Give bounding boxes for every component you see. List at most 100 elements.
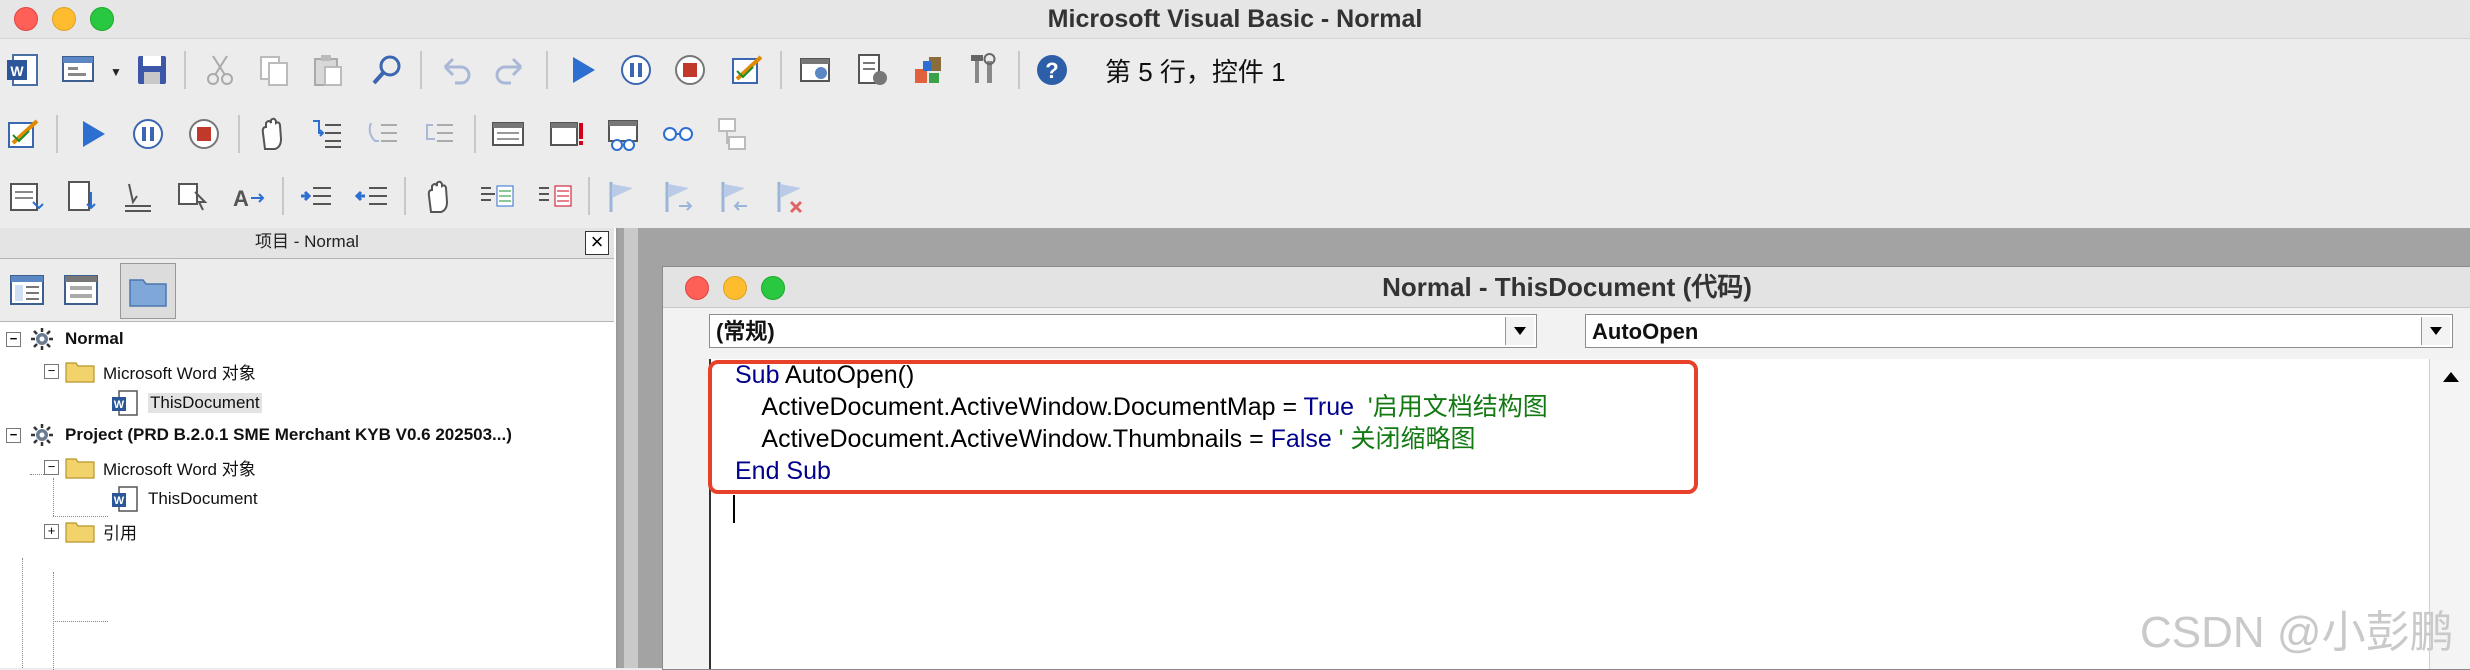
code-window-title-bar: Normal - ThisDocument (代码) — [663, 267, 2470, 308]
reset-icon[interactable] — [182, 112, 226, 156]
tree-item-word-objects[interactable]: − Microsoft Word 对象 — [44, 453, 256, 481]
edit-toolbar: A — [0, 167, 2470, 227]
outdent-icon[interactable] — [350, 175, 394, 219]
chevron-down-icon[interactable] — [1505, 317, 1534, 345]
step-over-icon[interactable] — [362, 112, 406, 156]
call-stack-icon[interactable] — [710, 112, 754, 156]
parameter-info-icon[interactable] — [172, 175, 216, 219]
dropdown-arrow-icon[interactable]: ▼ — [110, 65, 122, 79]
find-icon[interactable] — [366, 48, 410, 92]
toggle-breakpoint-icon[interactable] — [416, 175, 460, 219]
tree-item-thisdocument[interactable]: W ThisDocument — [110, 485, 258, 513]
svg-text:W: W — [114, 495, 125, 507]
save-icon[interactable] — [130, 48, 174, 92]
immediate-window-icon[interactable] — [544, 112, 588, 156]
standard-toolbar: W ▼ ? 第 5 行，控件 1 — [0, 39, 2470, 101]
break-icon[interactable] — [126, 112, 170, 156]
copy-icon[interactable] — [252, 48, 296, 92]
toggle-bookmark-icon[interactable] — [600, 175, 644, 219]
tree-item-normal-project[interactable]: − Normal — [6, 325, 124, 353]
object-browser-icon[interactable] — [906, 48, 950, 92]
scroll-up-icon[interactable] — [2442, 371, 2460, 383]
title-bar: Microsoft Visual Basic - Normal — [0, 0, 2470, 39]
quick-info-icon[interactable] — [116, 175, 160, 219]
collapse-icon[interactable]: − — [6, 427, 21, 443]
step-out-icon[interactable] — [418, 112, 462, 156]
uncomment-block-icon[interactable] — [532, 175, 576, 219]
tree-item-prd-project[interactable]: − Project (PRD B.2.0.1 SME Merchant KYB … — [6, 421, 512, 449]
toolbox-icon[interactable] — [962, 48, 1006, 92]
project-panel-toolbar — [0, 259, 614, 322]
reset-icon[interactable] — [668, 48, 712, 92]
properties-icon[interactable] — [850, 48, 894, 92]
svg-text:W: W — [10, 63, 24, 79]
run-icon[interactable] — [70, 112, 114, 156]
project-panel-header: 项目 - Normal × — [0, 228, 614, 259]
project-panel-title: 项目 - Normal — [255, 232, 359, 251]
procedure-combo-value: AutoOpen — [1592, 319, 1699, 344]
design-mode-icon[interactable] — [726, 48, 770, 92]
locals-window-icon[interactable] — [486, 112, 530, 156]
complete-word-icon[interactable]: A — [228, 175, 272, 219]
svg-text:?: ? — [1045, 58, 1058, 83]
undo-icon[interactable] — [434, 48, 478, 92]
chevron-down-icon[interactable] — [2421, 317, 2450, 345]
quick-watch-icon[interactable] — [656, 112, 700, 156]
help-icon[interactable]: ? — [1030, 48, 1074, 92]
tree-item-references[interactable]: + 引用 — [44, 517, 137, 545]
tree-item-label: ThisDocument — [148, 489, 258, 508]
word-icon[interactable]: W — [2, 48, 46, 92]
redo-icon[interactable] — [488, 48, 532, 92]
view-code-button[interactable] — [4, 267, 50, 313]
folder-icon — [65, 453, 95, 481]
debug-toolbar — [0, 103, 2470, 165]
collapse-icon[interactable]: − — [44, 459, 59, 475]
design-mode-icon[interactable] — [2, 112, 46, 156]
folder-icon — [65, 357, 95, 385]
object-combo[interactable]: (常规) — [709, 314, 1537, 348]
procedure-combo[interactable]: AutoOpen — [1585, 314, 2453, 348]
paste-icon[interactable] — [306, 48, 350, 92]
text-cursor — [733, 495, 735, 523]
comment-block-icon[interactable] — [474, 175, 518, 219]
tree-item-label: 引用 — [103, 523, 137, 543]
run-icon[interactable] — [560, 48, 604, 92]
tree-item-label: ThisDocument — [148, 393, 262, 413]
close-icon[interactable]: × — [585, 231, 609, 255]
tree-item-word-objects[interactable]: − Microsoft Word 对象 — [44, 357, 256, 385]
tree-item-thisdocument[interactable]: W ThisDocument — [110, 389, 262, 417]
watermark: CSDN @小彭鹏 — [2140, 608, 2454, 657]
collapse-icon[interactable]: − — [6, 331, 21, 347]
previous-bookmark-icon[interactable] — [712, 175, 756, 219]
tree-item-label: Normal — [65, 329, 124, 348]
tree-item-label: Microsoft Word 对象 — [103, 363, 256, 383]
cursor-position-status: 第 5 行，控件 1 — [1105, 57, 1286, 87]
watch-window-icon[interactable] — [602, 112, 646, 156]
list-constants-icon[interactable] — [60, 175, 104, 219]
vba-project-icon — [27, 421, 57, 449]
cut-icon[interactable] — [198, 48, 242, 92]
word-document-icon: W — [110, 389, 140, 417]
vba-project-icon — [27, 325, 57, 353]
project-explorer-icon[interactable] — [794, 48, 838, 92]
svg-text:A: A — [233, 186, 249, 211]
next-bookmark-icon[interactable] — [656, 175, 700, 219]
toggle-folders-button[interactable] — [120, 263, 176, 319]
insert-userform-icon[interactable] — [56, 48, 100, 92]
list-properties-icon[interactable] — [4, 175, 48, 219]
toggle-breakpoint-icon[interactable] — [250, 112, 294, 156]
expand-icon[interactable]: + — [44, 523, 59, 539]
code-window-title: Normal - ThisDocument (代码) — [1382, 272, 1752, 302]
view-object-button[interactable] — [58, 267, 104, 313]
break-icon[interactable] — [614, 48, 658, 92]
app-title: Microsoft Visual Basic - Normal — [1047, 5, 1423, 33]
word-document-icon: W — [110, 485, 140, 513]
clear-bookmarks-icon[interactable] — [768, 175, 812, 219]
folder-icon — [65, 517, 95, 545]
object-combo-value: (常规) — [716, 319, 775, 344]
collapse-icon[interactable]: − — [44, 363, 59, 379]
step-into-icon[interactable] — [306, 112, 350, 156]
tree-item-label: Microsoft Word 对象 — [103, 459, 256, 479]
project-explorer-panel: 项目 - Normal × − Normal − Microsoft Word … — [0, 228, 618, 670]
indent-icon[interactable] — [294, 175, 338, 219]
